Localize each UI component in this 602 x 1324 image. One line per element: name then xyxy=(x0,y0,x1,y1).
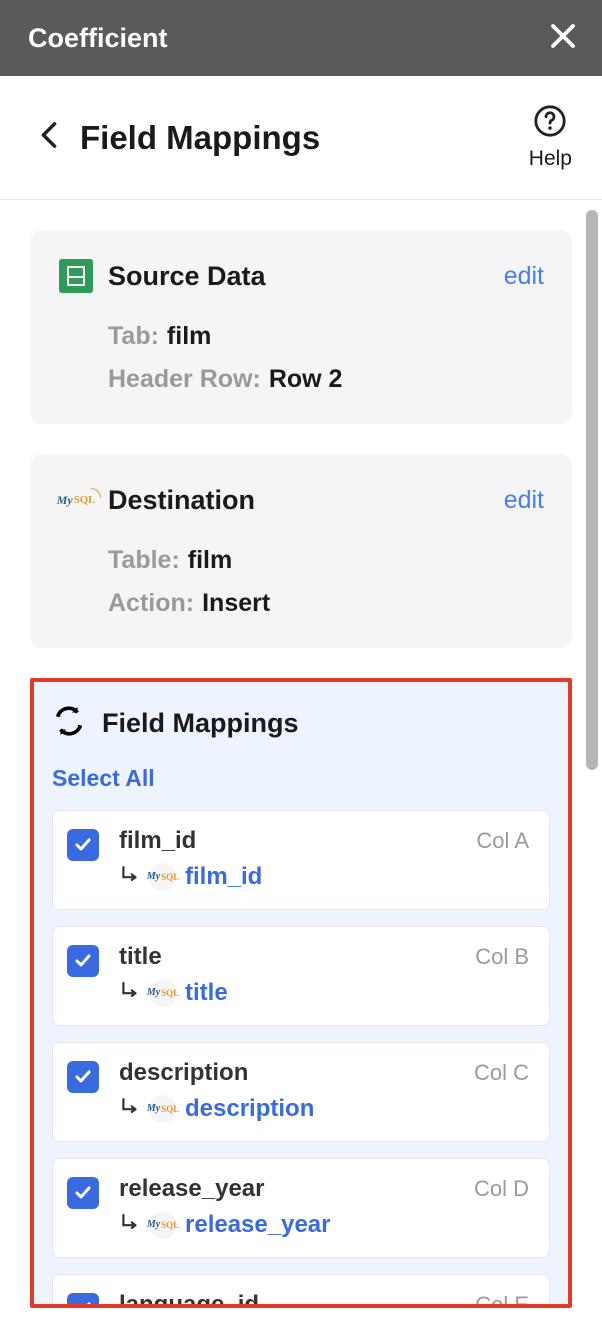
check-icon xyxy=(73,1299,93,1308)
help-label: Help xyxy=(529,147,572,171)
dest-action-value: Insert xyxy=(202,589,270,618)
mapping-column: Col B xyxy=(475,944,529,970)
maps-to-icon xyxy=(119,1096,141,1123)
source-card-title: Source Data xyxy=(108,261,504,292)
mysql-icon: MySQL xyxy=(149,1095,177,1123)
mysql-icon: MySQL xyxy=(58,482,94,518)
app-title: Coefficient xyxy=(28,23,168,54)
maps-to-icon xyxy=(119,1212,141,1239)
mapping-column: Col D xyxy=(474,1176,529,1202)
check-icon xyxy=(73,951,93,971)
mapping-row[interactable]: language_id Col E MySQL language_id xyxy=(52,1274,550,1308)
check-icon xyxy=(73,1183,93,1203)
field-mappings-section: Field Mappings Select All film_id Col A … xyxy=(30,678,572,1308)
select-all-link[interactable]: Select All xyxy=(52,765,155,792)
body: Source Data edit Tab: film Header Row: R… xyxy=(0,200,602,1324)
mapping-source-field: film_id xyxy=(119,827,476,855)
mapping-dest-field[interactable]: title xyxy=(185,979,228,1007)
dest-table-label: Table: xyxy=(108,546,180,575)
source-header-row-value: Row 2 xyxy=(269,365,343,394)
mapping-checkbox[interactable] xyxy=(67,945,99,977)
close-button[interactable] xyxy=(548,21,578,56)
mysql-icon: MySQL xyxy=(149,1211,177,1239)
source-edit-link[interactable]: edit xyxy=(504,262,544,291)
mapping-column: Col C xyxy=(474,1060,529,1086)
mysql-icon: MySQL xyxy=(149,863,177,891)
dest-action-label: Action: xyxy=(108,589,194,618)
mysql-icon: MySQL xyxy=(149,979,177,1007)
dest-table-value: film xyxy=(188,546,232,575)
source-data-card: Source Data edit Tab: film Header Row: R… xyxy=(30,230,572,424)
source-header-row-label: Header Row: xyxy=(108,365,261,394)
page-title: Field Mappings xyxy=(80,119,529,157)
mapping-source-field: language_id xyxy=(119,1291,475,1308)
check-icon xyxy=(73,1067,93,1087)
mapping-source-field: release_year xyxy=(119,1175,474,1203)
help-button[interactable]: Help xyxy=(529,104,572,171)
scrollbar-thumb[interactable] xyxy=(586,210,598,770)
mapping-row[interactable]: description Col C MySQL description xyxy=(52,1042,550,1142)
maps-to-icon xyxy=(119,864,141,891)
dest-edit-link[interactable]: edit xyxy=(504,486,544,515)
field-mappings-title: Field Mappings xyxy=(102,708,299,739)
dest-card-title: Destination xyxy=(108,485,504,516)
sync-icon xyxy=(52,704,86,743)
mapping-source-field: description xyxy=(119,1059,474,1087)
mapping-column: Col A xyxy=(476,828,529,854)
mapping-checkbox[interactable] xyxy=(67,1061,99,1093)
mapping-checkbox[interactable] xyxy=(67,1177,99,1209)
card-header: MySQL Destination edit xyxy=(58,482,544,518)
card-header: Source Data edit xyxy=(58,258,544,294)
mapping-checkbox[interactable] xyxy=(67,1293,99,1308)
source-tab-label: Tab: xyxy=(108,322,159,351)
mapping-row[interactable]: film_id Col A MySQL film_id xyxy=(52,810,550,910)
mapping-column: Col E xyxy=(475,1292,529,1308)
source-tab-value: film xyxy=(167,322,211,351)
mapping-row[interactable]: release_year Col D MySQL release_year xyxy=(52,1158,550,1258)
mapping-checkbox[interactable] xyxy=(67,829,99,861)
titlebar: Coefficient xyxy=(0,0,602,76)
mapping-dest-field[interactable]: release_year xyxy=(185,1211,330,1239)
close-icon xyxy=(548,21,578,51)
mapping-dest-field[interactable]: description xyxy=(185,1095,314,1123)
chevron-left-icon xyxy=(40,121,58,149)
page-header: Field Mappings Help xyxy=(0,76,602,200)
mapping-source-field: title xyxy=(119,943,475,971)
maps-to-icon xyxy=(119,980,141,1007)
destination-card: MySQL Destination edit Table: film Actio… xyxy=(30,454,572,648)
scroll-pane: Source Data edit Tab: film Header Row: R… xyxy=(0,200,602,1308)
back-button[interactable] xyxy=(40,121,58,154)
mapping-dest-field[interactable]: film_id xyxy=(185,863,262,891)
check-icon xyxy=(73,835,93,855)
mapping-row[interactable]: title Col B MySQL title xyxy=(52,926,550,1026)
sheets-icon xyxy=(58,258,94,294)
help-icon xyxy=(533,104,567,143)
